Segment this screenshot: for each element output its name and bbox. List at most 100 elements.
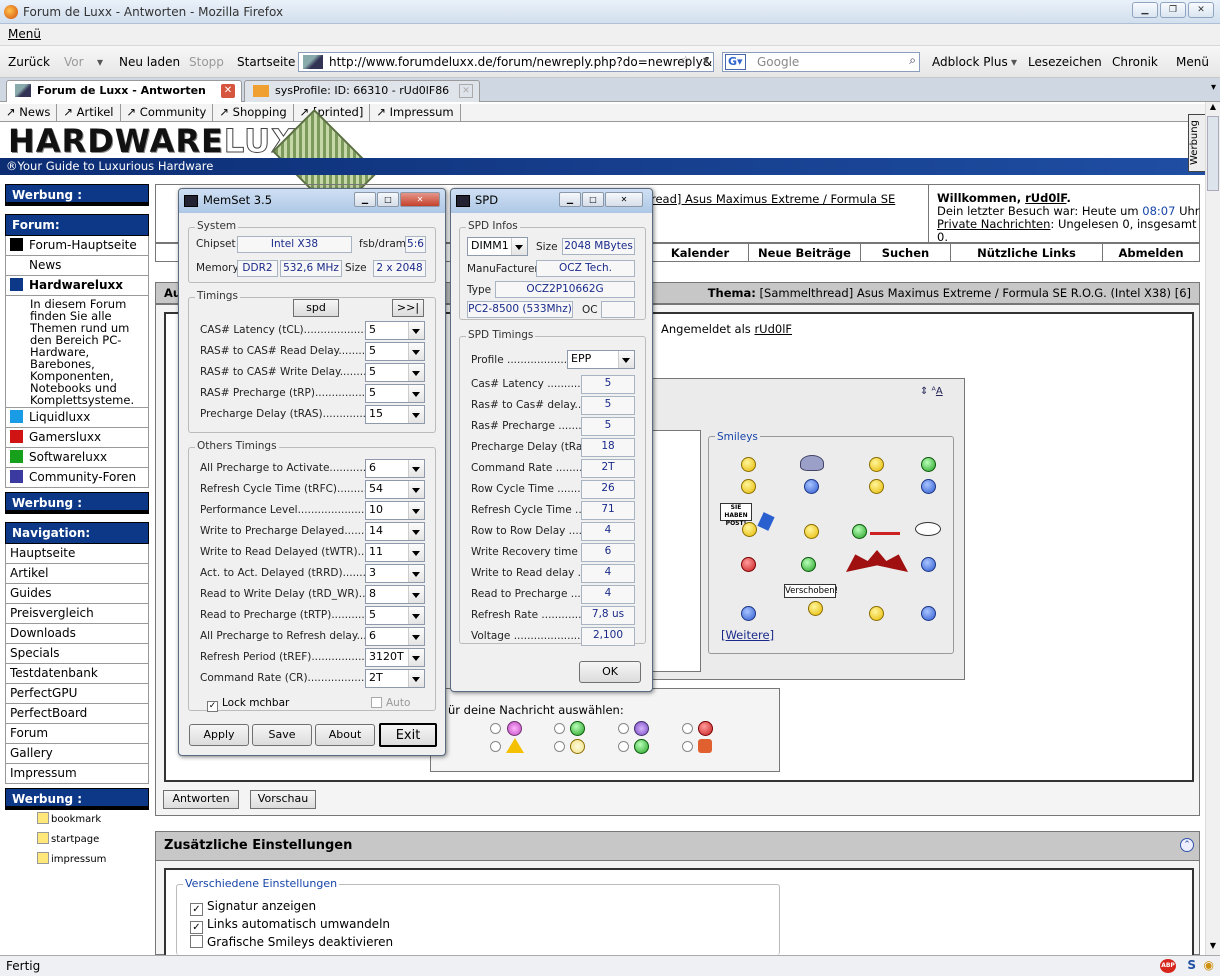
timing-select[interactable]: 5 [365, 384, 425, 403]
expand-button[interactable]: >>| [392, 299, 424, 317]
smiley-grin-icon[interactable] [921, 457, 936, 472]
tab-sysprofile[interactable]: sysProfile: ID: 66310 - rUd0lF86 ✕ [244, 80, 480, 102]
thread-link[interactable]: read] Asus Maximus Extreme / Formula SE [651, 192, 895, 206]
page-scrollbar[interactable]: ▲ ▼ [1205, 102, 1220, 955]
tab-list-icon[interactable]: ▾ [1211, 82, 1216, 93]
nav-suchen[interactable]: Suchen [861, 244, 951, 261]
forward-button[interactable]: Vor [64, 55, 84, 69]
smiley-sad-blue-icon[interactable] [804, 479, 819, 494]
sidebar-bookmark-link[interactable]: bookmark [37, 812, 101, 825]
sidebar-nav-impressum[interactable]: Impressum [5, 764, 149, 784]
adblock-dropdown-icon[interactable]: ▾ [1011, 55, 1017, 69]
sitenav-artikel[interactable]: ↗ Artikel [57, 104, 121, 121]
reload-button[interactable]: Neu laden [119, 55, 180, 69]
option-signature[interactable]: ✓ Signatur anzeigen [190, 899, 316, 916]
back-button[interactable]: Zurück [8, 55, 50, 69]
lock-mchbar-checkbox[interactable]: ✓ Lock mchbar [207, 697, 289, 712]
sidebar-nav-perfectboard[interactable]: PerfectBoard [5, 704, 149, 724]
sidebar-item-liquidluxx[interactable]: Liquidluxx [5, 408, 149, 428]
nav-abmelden[interactable]: Abmelden [1103, 244, 1199, 261]
tab-close-icon[interactable]: ✕ [459, 84, 473, 98]
reply-button[interactable]: Antworten [163, 790, 239, 809]
tab-close-icon[interactable]: ✕ [221, 84, 235, 98]
tab-forum-antworten[interactable]: Forum de Luxx - Antworten ✕ [6, 80, 242, 102]
message-textarea[interactable] [645, 430, 701, 672]
nav-neue-beitraege[interactable]: Neue Beiträge [749, 244, 861, 261]
sidebar-item-news[interactable]: News [5, 256, 149, 276]
sidebar-item-softwareluxx[interactable]: Softwareluxx [5, 448, 149, 468]
smiley-teeth-icon[interactable] [921, 479, 936, 494]
sidebar-item-hardwareluxx[interactable]: Hardwareluxx [5, 276, 149, 296]
smiley-post-icon[interactable] [742, 522, 757, 537]
sidebar-item-community-foren[interactable]: Community-Foren [5, 468, 149, 488]
icon-radio-5[interactable] [490, 741, 501, 752]
user-link[interactable]: rUd0lF [1025, 191, 1066, 205]
sidebar-nav-downloads[interactable]: Downloads [5, 624, 149, 644]
smiley-blue-icon[interactable] [921, 557, 936, 572]
other-timing-select[interactable]: 54 [365, 480, 425, 499]
memset-close-button[interactable]: ✕ [400, 192, 440, 207]
icon-radio-3[interactable] [618, 723, 629, 734]
option-autolinks[interactable]: ✓ Links automatisch umwandeln [190, 917, 390, 934]
sitenav-community[interactable]: ↗ Community [121, 104, 214, 121]
sidebar-impressum-link[interactable]: impressum [37, 852, 106, 865]
smiley-wink-icon[interactable] [869, 479, 884, 494]
preview-button[interactable]: Vorschau [250, 790, 316, 809]
bookmark-star-icon[interactable]: ☆ [680, 53, 691, 67]
other-timing-select[interactable]: 14 [365, 522, 425, 541]
spd-close-button[interactable]: ✕ [605, 192, 643, 207]
smiley-grinning-icon[interactable] [869, 606, 884, 621]
spd-button[interactable]: spd [293, 299, 339, 317]
scroll-down-icon[interactable]: ▼ [1207, 941, 1219, 953]
other-timing-select[interactable]: 3120T [365, 648, 425, 667]
timing-select[interactable]: 5 [365, 342, 425, 361]
adblock-button[interactable]: Adblock Plus [932, 55, 1008, 69]
sidebar-startpage-link[interactable]: startpage [37, 832, 99, 845]
smiley-green-icon[interactable] [801, 557, 816, 572]
other-timing-select[interactable]: 8 [365, 585, 425, 604]
auto-checkbox[interactable]: Auto [371, 697, 410, 709]
nav-nuetzliche-links[interactable]: Nützliche Links [951, 244, 1103, 261]
smiley-moved-icon[interactable] [808, 601, 823, 616]
timing-select[interactable]: 5 [365, 363, 425, 382]
menu-button[interactable]: Menü [1176, 55, 1209, 69]
adblock-status-icon[interactable]: ABP [1160, 959, 1176, 973]
icon-radio-4[interactable] [682, 723, 693, 734]
spd-maximize-button[interactable]: □ [582, 192, 604, 207]
icon-radio-1[interactable] [490, 723, 501, 734]
smiley-angry-icon[interactable] [741, 557, 756, 572]
smiley-alien-icon[interactable] [800, 455, 824, 471]
history-menu[interactable]: Chronik [1112, 55, 1158, 69]
icon-radio-7[interactable] [618, 741, 629, 752]
save-button[interactable]: Save [252, 724, 312, 746]
sign-post-icon[interactable]: SIE HABEN POST! [720, 503, 752, 527]
memset-minimize-button[interactable]: ▁ [354, 192, 376, 207]
smiley-smile-icon[interactable] [741, 479, 756, 494]
security-status-icon[interactable]: S [1187, 958, 1196, 972]
smiley-shoot-icon[interactable] [852, 524, 867, 539]
smiley-cool-icon[interactable] [804, 524, 819, 539]
sidebar-nav-artikel[interactable]: Artikel [5, 564, 149, 584]
sitenav-impressum[interactable]: ↗ Impressum [370, 104, 461, 121]
scroll-thumb[interactable] [1207, 116, 1219, 191]
sidebar-nav-hauptseite[interactable]: Hauptseite [5, 544, 149, 564]
bookmarks-menu[interactable]: Lesezeichen [1028, 55, 1102, 69]
editor-resize-icon[interactable]: ⇕ ᴬA [920, 386, 943, 397]
menu-item-menu[interactable]: Menü [8, 27, 41, 41]
other-timing-select[interactable]: 2T [365, 669, 425, 688]
sidebar-nav-specials[interactable]: Specials [5, 644, 149, 664]
maximize-button[interactable]: ❐ [1160, 2, 1186, 18]
timing-select[interactable]: 5 [365, 321, 425, 340]
sitenav-news[interactable]: ↗ News [0, 104, 58, 121]
profile-select[interactable]: EPP [567, 350, 635, 369]
forward-dropdown-icon[interactable]: ▾ [97, 55, 103, 69]
smiley-frown-icon[interactable] [921, 606, 936, 621]
private-messages-link[interactable]: Private Nachrichten [937, 217, 1050, 231]
url-dropdown-icon[interactable]: ▾ [703, 53, 709, 67]
scroll-up-icon[interactable]: ▲ [1207, 102, 1219, 114]
more-smileys-link[interactable]: [Weitere] [721, 628, 774, 642]
google-icon[interactable]: G▾ [725, 54, 746, 70]
smiley-cry-icon[interactable] [741, 606, 756, 621]
icon-radio-6[interactable] [554, 741, 565, 752]
sidebar-nav-testdatenbank[interactable]: Testdatenbank [5, 664, 149, 684]
